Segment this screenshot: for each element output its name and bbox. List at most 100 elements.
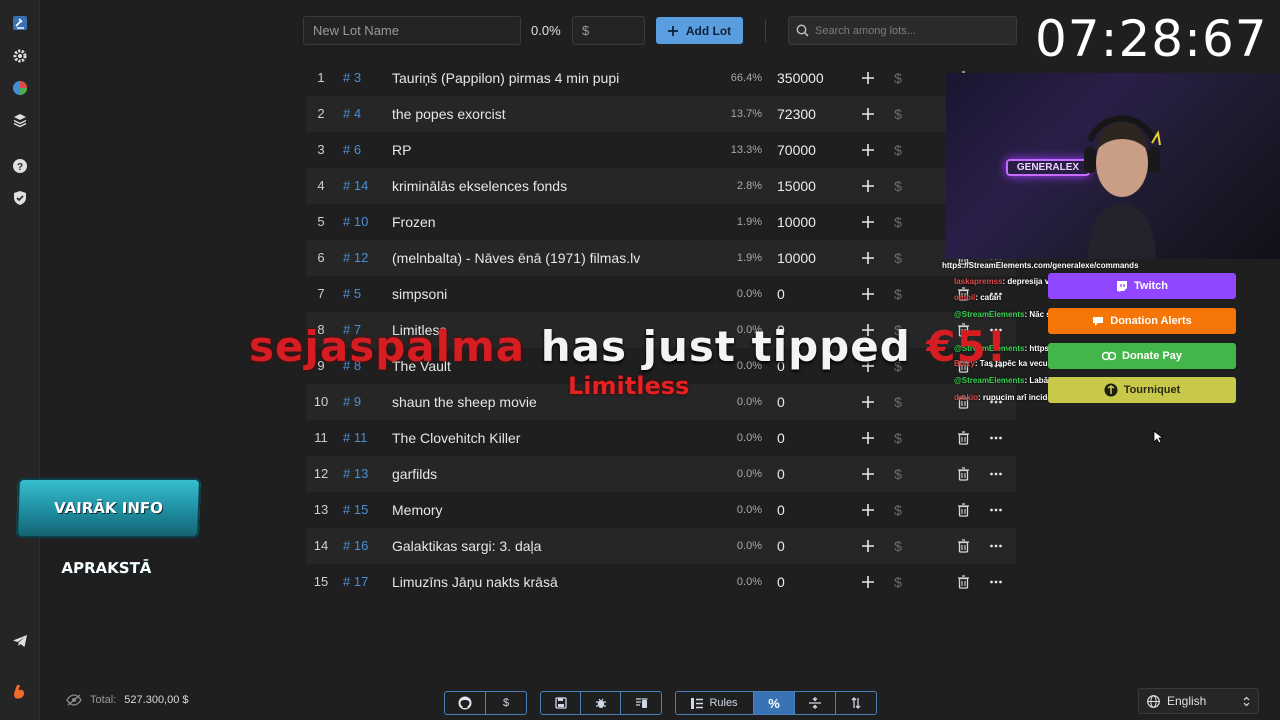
lot-currency-button[interactable]: $: [891, 204, 905, 240]
add-amount-plus-icon[interactable]: [861, 528, 875, 564]
more-options-icon[interactable]: [989, 528, 1005, 564]
help-icon[interactable]: ?: [10, 156, 30, 176]
lot-amount[interactable]: 10000: [777, 204, 816, 240]
lot-name[interactable]: Limuzīns Jāņu nakts krāsā: [392, 564, 558, 600]
tip-username: sejaspalma: [249, 322, 526, 371]
add-amount-plus-icon[interactable]: [861, 564, 875, 600]
search-icon: [796, 24, 809, 37]
lot-id: # 14: [343, 178, 369, 193]
add-lot-label: Add Lot: [685, 23, 732, 38]
gear-icon[interactable]: [10, 46, 30, 66]
twitch-icon: [1116, 281, 1127, 292]
lot-index: 5: [317, 214, 325, 229]
delete-lot-trash-icon[interactable]: [957, 528, 971, 564]
more-options-icon[interactable]: [989, 420, 1005, 456]
tip-text: has just tipped: [540, 322, 911, 371]
lot-name[interactable]: simpsoni: [392, 276, 447, 312]
search-input[interactable]: [815, 17, 1013, 44]
currency-button[interactable]: $: [486, 692, 526, 714]
delete-lot-trash-icon[interactable]: [957, 456, 971, 492]
new-lot-name-input[interactable]: [303, 16, 521, 45]
delete-lot-trash-icon[interactable]: [957, 492, 971, 528]
save-button[interactable]: [541, 692, 581, 714]
lot-amount[interactable]: 10000: [777, 240, 816, 276]
lot-amount[interactable]: 0: [777, 564, 785, 600]
lot-name[interactable]: Tauriņš (Pappilon) pirmas 4 min pupi: [392, 60, 619, 96]
add-amount-plus-icon[interactable]: [861, 492, 875, 528]
gavel-icon[interactable]: [10, 13, 30, 33]
lot-name[interactable]: garfilds: [392, 456, 437, 492]
new-lot-amount-input[interactable]: [572, 16, 645, 45]
lot-amount[interactable]: 0: [777, 276, 785, 312]
github-button[interactable]: [445, 692, 486, 714]
twitch-label: Twitch: [1133, 280, 1168, 292]
add-amount-plus-icon[interactable]: [861, 240, 875, 276]
lot-name[interactable]: The Clovehitch Killer: [392, 420, 520, 456]
sort-button[interactable]: [836, 692, 876, 714]
lot-amount[interactable]: 0: [777, 528, 785, 564]
lot-percent: 0.0%: [736, 540, 762, 552]
lot-id: # 10: [343, 214, 369, 229]
lot-name[interactable]: the popes exorcist: [392, 96, 506, 132]
lot-row: 4 # 14 kriminālās ekselences fonds 2.8% 1500…: [306, 168, 1016, 204]
lot-currency-button[interactable]: $: [891, 240, 905, 276]
add-amount-plus-icon[interactable]: [861, 420, 875, 456]
lot-name[interactable]: kriminālās ekselences fonds: [392, 168, 567, 204]
search-box[interactable]: [788, 16, 1017, 45]
add-amount-plus-icon[interactable]: [861, 60, 875, 96]
lot-amount[interactable]: 0: [777, 420, 785, 456]
lot-amount[interactable]: 0: [777, 456, 785, 492]
lot-amount[interactable]: 15000: [777, 168, 816, 204]
lot-currency-button[interactable]: $: [891, 456, 905, 492]
footer-group-links: $: [444, 691, 527, 715]
lot-amount[interactable]: 72300: [777, 96, 816, 132]
lot-name[interactable]: Galaktikas sargi: 3. daļa: [392, 528, 541, 564]
shield-check-icon[interactable]: [10, 188, 30, 208]
add-amount-plus-icon[interactable]: [861, 204, 875, 240]
eye-off-icon[interactable]: [66, 694, 82, 706]
add-amount-plus-icon[interactable]: [861, 168, 875, 204]
telegram-icon[interactable]: [10, 631, 30, 651]
bug-report-button[interactable]: [581, 692, 621, 714]
lot-currency-button[interactable]: $: [891, 420, 905, 456]
lot-name[interactable]: RP: [392, 132, 411, 168]
percent-toggle[interactable]: %: [754, 692, 795, 714]
more-options-icon[interactable]: [989, 456, 1005, 492]
layers-icon[interactable]: [10, 110, 30, 130]
lot-amount[interactable]: 0: [777, 492, 785, 528]
lot-currency-button[interactable]: $: [891, 60, 905, 96]
rules-button[interactable]: Rules: [676, 692, 754, 714]
lot-name[interactable]: Frozen: [392, 204, 436, 240]
lot-currency-button[interactable]: $: [891, 168, 905, 204]
add-amount-plus-icon[interactable]: [861, 276, 875, 312]
add-lot-button[interactable]: Add Lot: [656, 17, 743, 44]
delete-lot-trash-icon[interactable]: [957, 564, 971, 600]
lot-percent: 13.3%: [730, 144, 762, 156]
language-select[interactable]: English: [1138, 688, 1259, 714]
lot-currency-button[interactable]: $: [891, 276, 905, 312]
more-options-icon[interactable]: [989, 564, 1005, 600]
chat-commands-url: https://StreamElements.com/generalexe/co…: [942, 261, 1139, 270]
add-amount-plus-icon[interactable]: [861, 132, 875, 168]
lot-name[interactable]: Memory: [392, 492, 443, 528]
boosty-icon[interactable]: [10, 682, 30, 702]
twitch-button[interactable]: Twitch: [1048, 273, 1236, 299]
lot-currency-button[interactable]: $: [891, 528, 905, 564]
more-options-icon[interactable]: [989, 492, 1005, 528]
lot-name[interactable]: (melnbalta) - Nāves ēnā (1971) filmas.lv: [392, 240, 640, 276]
clear-lots-button[interactable]: [621, 692, 661, 714]
pie-chart-icon[interactable]: [10, 78, 30, 98]
tip-headline: sejaspalma has just tipped €5!: [249, 322, 1007, 371]
bug-icon: [595, 698, 606, 708]
lot-amount[interactable]: 350000: [777, 60, 824, 96]
lot-currency-button[interactable]: $: [891, 564, 905, 600]
lot-amount[interactable]: 70000: [777, 132, 816, 168]
add-amount-plus-icon[interactable]: [861, 96, 875, 132]
add-amount-plus-icon[interactable]: [861, 456, 875, 492]
delete-lot-trash-icon[interactable]: [957, 420, 971, 456]
lot-currency-button[interactable]: $: [891, 96, 905, 132]
lot-currency-button[interactable]: $: [891, 492, 905, 528]
compress-button[interactable]: [795, 692, 836, 714]
lot-index: 7: [317, 286, 325, 301]
lot-currency-button[interactable]: $: [891, 132, 905, 168]
